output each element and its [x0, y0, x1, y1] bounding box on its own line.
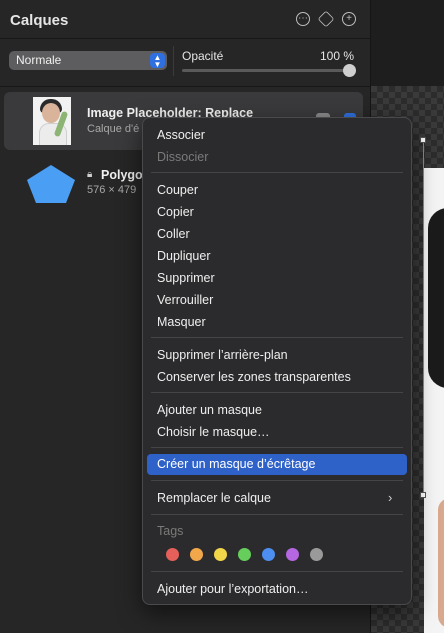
menu-item-associer[interactable]: Associer	[157, 128, 205, 142]
menu-separator	[151, 172, 403, 173]
tag-color-purple[interactable]	[286, 548, 299, 561]
menu-separator	[151, 480, 403, 481]
blend-mode-value: Normale	[16, 53, 62, 67]
divider	[0, 38, 370, 39]
menu-item-masquer[interactable]: Masquer	[157, 315, 206, 329]
canvas-margin	[371, 0, 444, 86]
menu-separator	[151, 392, 403, 393]
menu-separator	[151, 447, 403, 448]
panel-title: Calques	[10, 12, 69, 29]
divider	[173, 46, 174, 76]
menu-separator	[151, 337, 403, 338]
menu-separator	[151, 514, 403, 515]
blend-mode-select[interactable]: Normale ▲ ▼	[9, 51, 167, 70]
divider	[0, 86, 370, 87]
menu-item-copier[interactable]: Copier	[157, 205, 194, 219]
menu-item-dissocier: Dissocier	[157, 150, 209, 164]
opacity-slider-knob[interactable]	[343, 64, 356, 77]
menu-item-label: Créer un masque d’écrêtage	[157, 457, 316, 471]
layer-subtitle: 576 × 479	[87, 184, 137, 196]
layer-thumbnail	[33, 97, 71, 145]
menu-item-coller[interactable]: Coller	[157, 227, 190, 241]
opacity-value: 100 %	[320, 49, 355, 63]
layer-name: Polygo	[101, 168, 143, 182]
canvas-image[interactable]	[424, 168, 444, 633]
add-icon[interactable]: +	[342, 12, 356, 26]
menu-item-remplacer-calque[interactable]: Remplacer le calque	[157, 491, 271, 505]
more-icon[interactable]: ⋯	[296, 12, 310, 26]
tag-color-gray[interactable]	[310, 548, 323, 561]
lock-icon: 🔒︎	[87, 169, 93, 180]
tag-color-orange[interactable]	[190, 548, 203, 561]
chevron-right-icon: ›	[388, 490, 393, 505]
resize-handle[interactable]	[420, 492, 426, 498]
layer-subtitle: Calque d'é	[87, 123, 140, 135]
opacity-label: Opacité	[182, 49, 224, 63]
tag-color-red[interactable]	[166, 548, 179, 561]
selection-outline	[423, 140, 424, 495]
chevron-updown-icon: ▲ ▼	[150, 53, 165, 69]
menu-item-ajouter-exportation[interactable]: Ajouter pour l’exportation…	[157, 582, 308, 596]
menu-item-supprimer[interactable]: Supprimer	[157, 271, 215, 285]
tag-color-yellow[interactable]	[214, 548, 227, 561]
menu-separator	[151, 571, 403, 572]
menu-item-ajouter-masque[interactable]: Ajouter un masque	[157, 403, 262, 417]
menu-item-choisir-masque[interactable]: Choisir le masque…	[157, 425, 270, 439]
menu-item-dupliquer[interactable]: Dupliquer	[157, 249, 211, 263]
menu-item-conserver-zones[interactable]: Conserver les zones transparentes	[157, 370, 351, 384]
menu-item-couper[interactable]: Couper	[157, 183, 198, 197]
polygon-thumbnail	[27, 165, 75, 203]
opacity-slider[interactable]	[182, 69, 352, 72]
tag-color-blue[interactable]	[262, 548, 275, 561]
menu-item-supprimer-arriere-plan[interactable]: Supprimer l’arrière-plan	[157, 348, 288, 362]
resize-handle[interactable]	[420, 137, 426, 143]
layers-icon[interactable]	[317, 10, 335, 28]
tag-color-green[interactable]	[238, 548, 251, 561]
tags-label: Tags	[157, 524, 184, 538]
context-menu: Associer Dissocier Couper Copier Coller …	[142, 117, 412, 605]
menu-item-verrouiller[interactable]: Verrouiller	[157, 293, 213, 307]
